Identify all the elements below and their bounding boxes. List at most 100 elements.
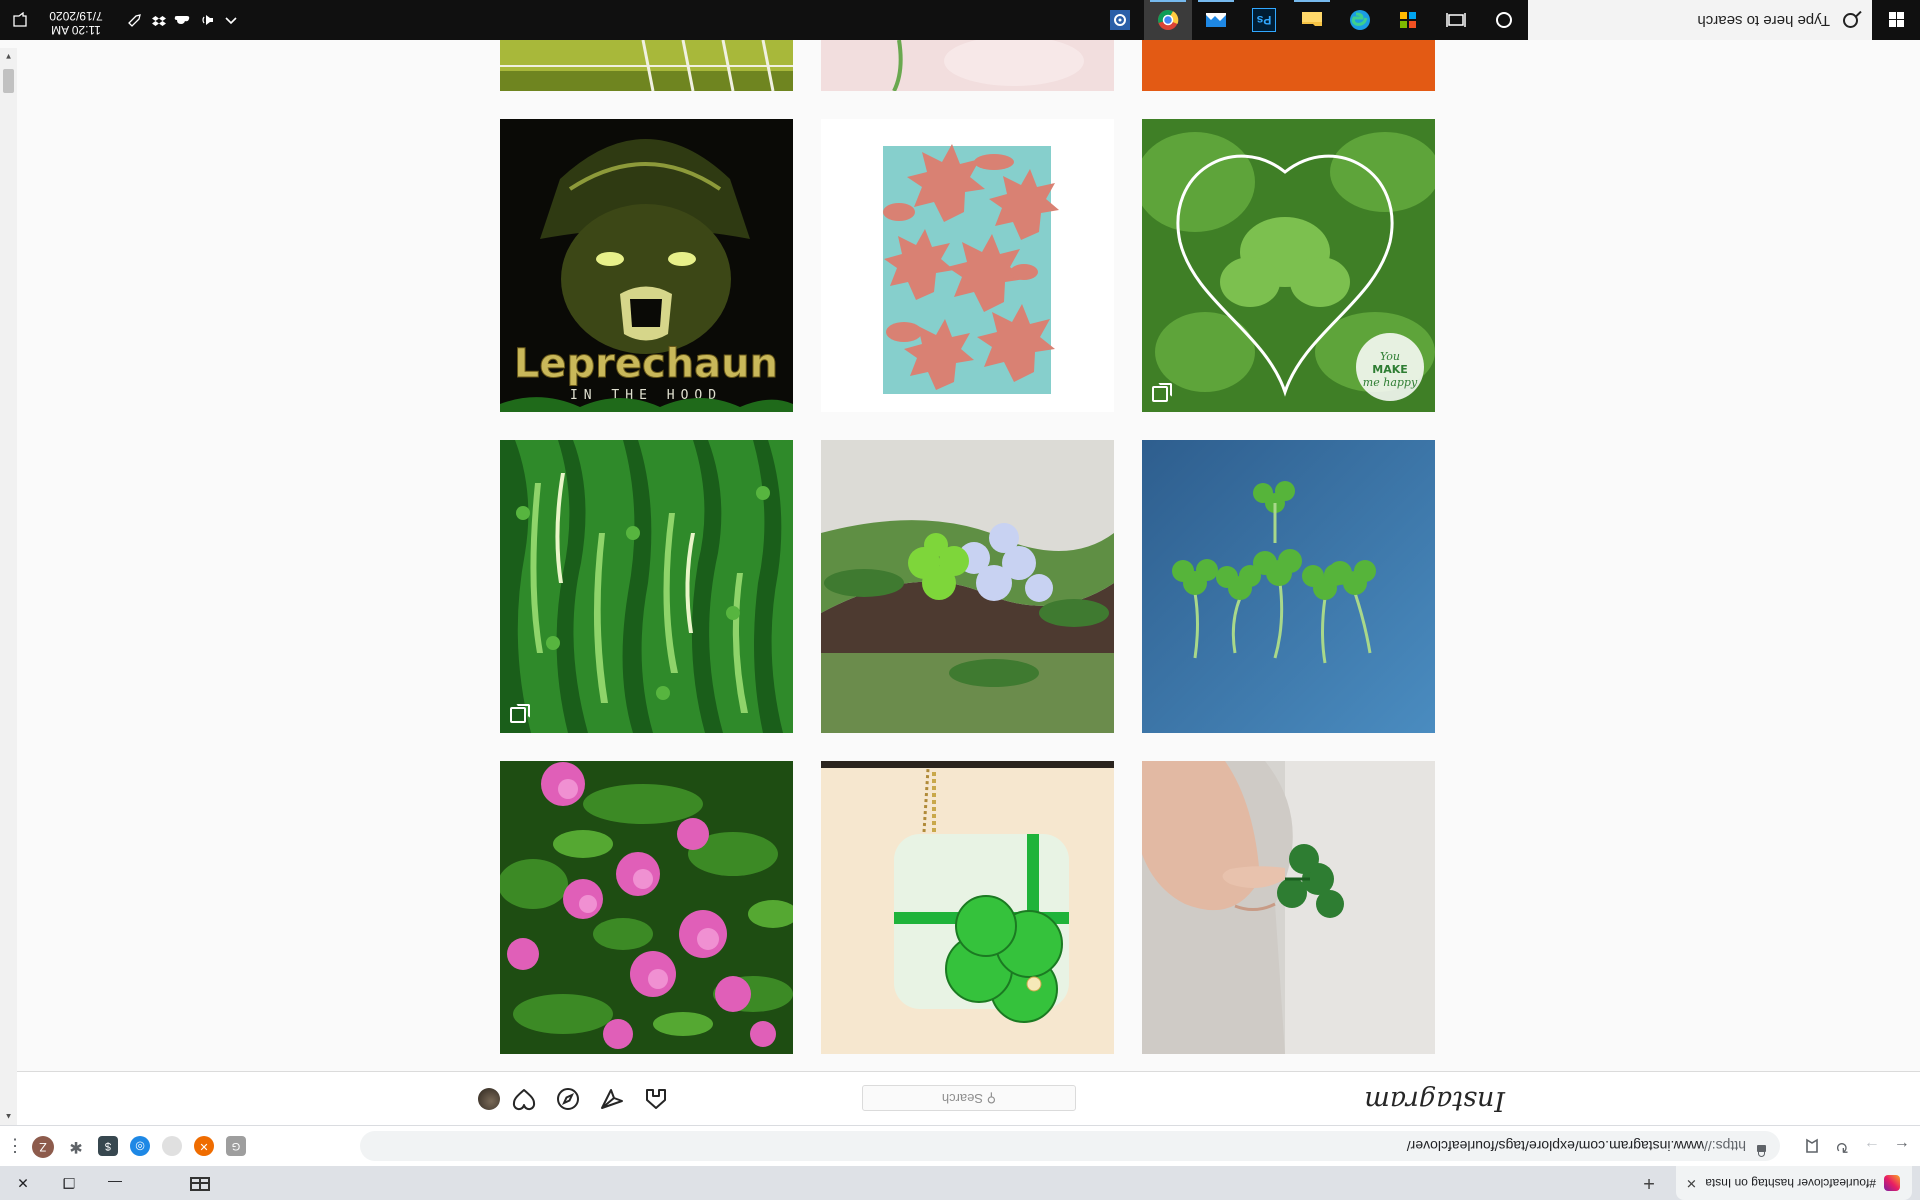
- post-tile[interactable]: You MAKE me happy: [1142, 119, 1435, 412]
- post-image-pink-clover-flowers: [500, 761, 793, 1054]
- post-image-red-orange: [1142, 40, 1435, 91]
- url-path: www.instagram.com/explore/tags/fourleafc…: [1406, 1138, 1704, 1154]
- svg-text:MAKE: MAKE: [1372, 363, 1408, 376]
- lock-icon: [1757, 1145, 1766, 1152]
- edge-icon[interactable]: [1336, 0, 1384, 40]
- minimize-button[interactable]: —: [92, 1166, 138, 1200]
- post-tile[interactable]: [821, 440, 1114, 733]
- bookmark-icon[interactable]: [1800, 1134, 1824, 1158]
- task-view-icon[interactable]: [1432, 0, 1480, 40]
- url-scheme: https://: [1703, 1138, 1746, 1154]
- taskbar-search-placeholder: Type here to search: [1697, 12, 1830, 29]
- screen-rotated-180: #fourleafclover hashtag on Insta ✕ + — ❐…: [0, 0, 1920, 1200]
- post-image-pink-stem: [821, 40, 1114, 91]
- chrome-icon[interactable]: [1144, 0, 1192, 40]
- speaker-icon[interactable]: [200, 13, 214, 27]
- extension-gray-icon[interactable]: G: [226, 1136, 246, 1156]
- post-tile[interactable]: [1142, 40, 1435, 91]
- microsoft-store-icon[interactable]: [1384, 0, 1432, 40]
- post-tile[interactable]: [821, 40, 1114, 91]
- tab-title: #fourleafclover hashtag on Insta: [1706, 1176, 1876, 1190]
- forward-arrow-icon[interactable]: →: [1860, 1134, 1884, 1158]
- multiple-photos-icon: [1152, 386, 1168, 402]
- extension-circle-icon[interactable]: [162, 1136, 182, 1156]
- photos-icon[interactable]: [1192, 0, 1240, 40]
- post-tile[interactable]: [500, 440, 793, 733]
- post-tile[interactable]: [500, 761, 793, 1054]
- running-indicator: [1150, 0, 1186, 2]
- windows-taskbar: Type here to search Ps 11:20 AM 7/19/202…: [0, 0, 1920, 40]
- address-bar[interactable]: https://www.instagram.com/explore/tags/f…: [360, 1131, 1780, 1161]
- cortana-icon[interactable]: [1480, 0, 1528, 40]
- scrollbar-thumb[interactable]: [3, 69, 14, 93]
- chevron-up-icon[interactable]: [224, 13, 238, 27]
- notifications-icon[interactable]: [12, 11, 28, 28]
- activity-heart-icon[interactable]: [512, 1087, 536, 1111]
- settings-icon[interactable]: [1096, 0, 1144, 40]
- instagram-favicon-icon: [1884, 1175, 1900, 1191]
- post-tile[interactable]: Leprechaun IN THE HOOD: [500, 119, 793, 412]
- extension-blue-icon[interactable]: ◎: [130, 1136, 150, 1156]
- browser-tab-strip: #fourleafclover hashtag on Insta ✕ + — ❐…: [0, 1166, 1920, 1200]
- restore-button[interactable]: ❐: [46, 1166, 92, 1200]
- post-image-clover-keychain: Kai: [821, 761, 1114, 1054]
- post-image-green-leaf-pattern: [500, 440, 793, 733]
- post-tile[interactable]: [1142, 761, 1435, 1054]
- new-tab-button[interactable]: +: [1638, 1172, 1660, 1194]
- browser-menu-icon[interactable]: ⋮: [6, 1134, 24, 1158]
- scroll-down-arrow-icon[interactable]: ▼: [0, 48, 17, 65]
- instagram-header: Instagram ⚲ Search: [17, 1071, 1920, 1125]
- search-placeholder: Search: [941, 1091, 984, 1106]
- search-icon: [1843, 13, 1858, 28]
- onedrive-cloud-icon[interactable]: [174, 13, 190, 27]
- multiple-photos-icon: [510, 707, 526, 723]
- start-windows-icon[interactable]: [1872, 0, 1920, 40]
- page-scrollbar[interactable]: [0, 48, 17, 1125]
- browser-tab-instagram[interactable]: #fourleafclover hashtag on Insta ✕: [1676, 1166, 1912, 1200]
- running-indicator: [1294, 0, 1330, 2]
- extension-orange-icon[interactable]: ✕: [194, 1136, 214, 1156]
- photoshop-icon[interactable]: Ps: [1240, 0, 1288, 40]
- post-tile[interactable]: [500, 40, 793, 91]
- profile-avatar[interactable]: [478, 1088, 500, 1110]
- back-arrow-icon[interactable]: ←: [1890, 1134, 1914, 1158]
- post-image-grass-fence: [500, 40, 793, 91]
- search-icon: ⚲: [983, 1091, 997, 1106]
- window-layout-icon[interactable]: [190, 1177, 210, 1191]
- svg-text:You: You: [1380, 350, 1400, 363]
- post-image-clover-lilac-flowers: [821, 440, 1114, 733]
- extensions-puzzle-icon[interactable]: ✱: [66, 1136, 86, 1156]
- url-text[interactable]: https://www.instagram.com/explore/tags/f…: [1407, 1138, 1746, 1154]
- dropbox-icon[interactable]: [152, 13, 166, 27]
- post-image-leprechaun-poster: Leprechaun IN THE HOOD: [500, 119, 793, 412]
- direct-icon[interactable]: [600, 1087, 624, 1111]
- clock[interactable]: 11:20 AM 7/19/2020: [40, 9, 112, 37]
- browser-toolbar: ← → ↻ https://www.instagram.com/explore/…: [0, 1125, 1920, 1166]
- post-image-hand-clover: [1142, 761, 1435, 1054]
- taskbar-search-box[interactable]: Type here to search: [1528, 0, 1872, 40]
- post-tile[interactable]: Kai: [821, 761, 1114, 1054]
- home-icon[interactable]: [644, 1087, 668, 1111]
- photoshop-label: Ps: [1252, 8, 1276, 32]
- running-indicator: [1198, 0, 1234, 2]
- post-image-leaf-pattern-card: [821, 119, 1114, 412]
- clock-time: 11:20 AM: [51, 23, 101, 37]
- clock-date: 7/19/2020: [49, 9, 103, 23]
- instagram-search-input[interactable]: ⚲ Search: [862, 1085, 1076, 1111]
- close-window-button[interactable]: ✕: [0, 1166, 46, 1200]
- explore-icon[interactable]: [556, 1087, 580, 1111]
- svg-text:me happy: me happy: [1363, 376, 1418, 389]
- tab-close-icon[interactable]: ✕: [1686, 1175, 1697, 1191]
- post-tile[interactable]: [1142, 440, 1435, 733]
- reload-icon[interactable]: ↻: [1830, 1134, 1854, 1158]
- post-image-clover-sprouts: [1142, 440, 1435, 733]
- instagram-logo[interactable]: Instagram: [1364, 1085, 1505, 1116]
- post-tile[interactable]: [821, 119, 1114, 412]
- extension-dark-icon[interactable]: $: [98, 1136, 118, 1156]
- profile-avatar-z[interactable]: Z: [32, 1136, 54, 1158]
- file-explorer-icon[interactable]: [1288, 0, 1336, 40]
- poster-title-text: Leprechaun: [514, 341, 778, 387]
- scroll-up-arrow-icon[interactable]: ▲: [0, 1108, 17, 1125]
- post-image-clover-heart-doodle: You MAKE me happy: [1142, 119, 1435, 412]
- pen-icon[interactable]: [128, 13, 142, 27]
